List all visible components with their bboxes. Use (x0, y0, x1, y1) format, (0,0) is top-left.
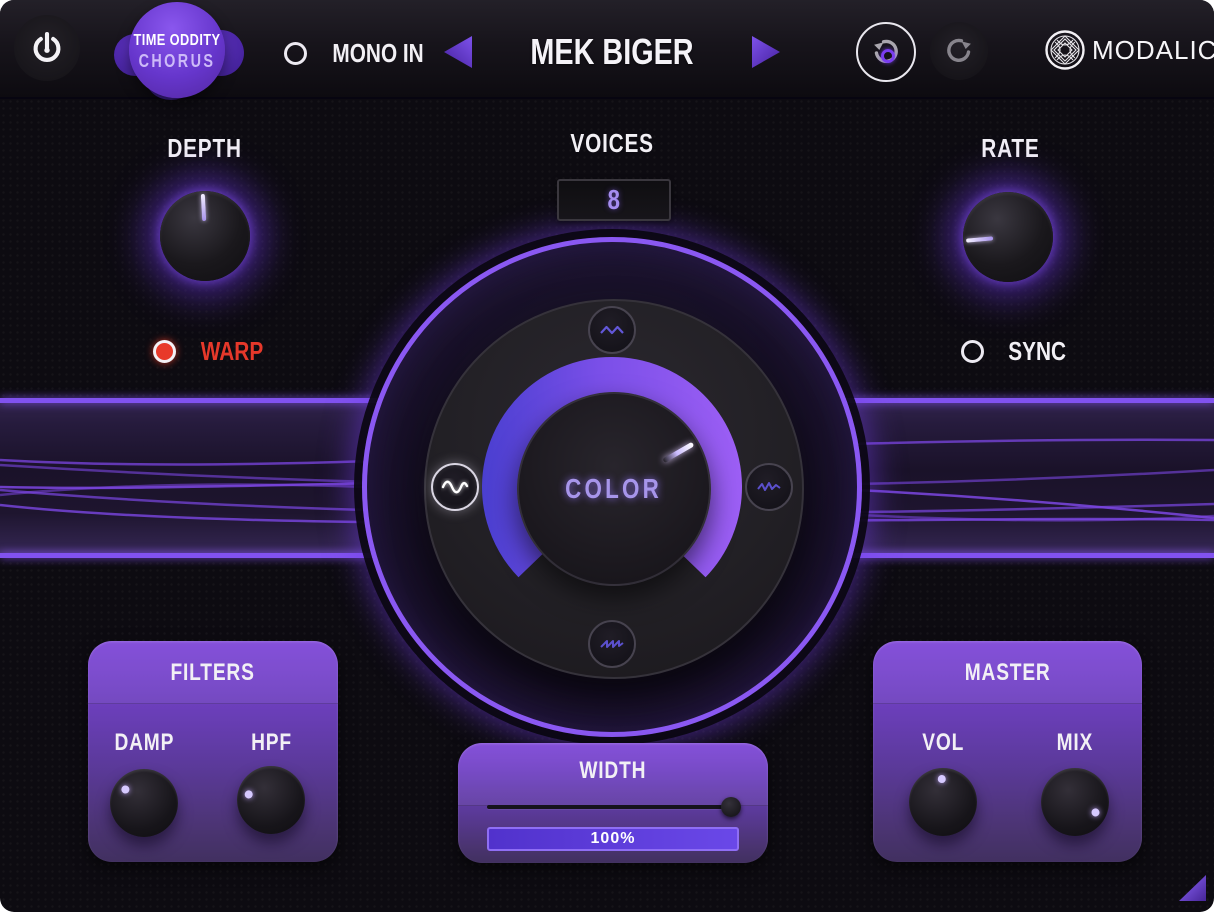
preset-name[interactable]: MEK BIGER (487, 31, 737, 73)
color-knob-label: COLOR (519, 394, 709, 584)
width-title: WIDTH (458, 757, 768, 785)
saw-wave-icon (599, 636, 625, 652)
width-panel: WIDTH 100% (458, 743, 768, 863)
power-icon (28, 29, 66, 67)
rate-knob[interactable] (963, 192, 1053, 282)
hpf-knob[interactable] (237, 766, 305, 834)
width-slider-thumb[interactable] (721, 797, 741, 817)
mix-label: MIX (1030, 729, 1120, 757)
width-value-bar: 100% (487, 827, 739, 851)
rate-label: RATE (935, 133, 1085, 164)
depth-label: DEPTH (130, 133, 280, 164)
rate-knob-pointer (959, 188, 1057, 286)
filters-title: FILTERS (88, 659, 338, 687)
damp-knob[interactable] (110, 769, 178, 837)
color-knob[interactable]: COLOR (517, 392, 711, 586)
redo-button[interactable] (930, 22, 988, 80)
depth-knob-pointer (158, 189, 253, 284)
mix-knob[interactable] (1041, 768, 1109, 836)
triangle-wave-icon (599, 322, 625, 338)
hpf-label: HPF (226, 729, 316, 757)
damp-label: DAMP (99, 729, 189, 757)
voices-label: VOICES (530, 128, 694, 159)
sync-toggle[interactable]: SYNC (961, 336, 1073, 367)
width-slider-track[interactable] (487, 805, 738, 809)
modalics-brand[interactable]: MODALICS (1044, 29, 1214, 71)
brand-name: MODALICS (1092, 35, 1214, 66)
redo-icon (942, 34, 976, 68)
undo-button[interactable] (856, 22, 916, 82)
hpf-knob-dot (230, 759, 312, 841)
next-preset-button[interactable] (752, 36, 780, 68)
logo-text: TIME ODDITY CHORUS (116, 32, 238, 72)
master-panel: MASTER VOL MIX (873, 641, 1142, 862)
previous-preset-button[interactable] (444, 36, 472, 68)
vol-label: VOL (898, 729, 988, 757)
master-title: MASTER (873, 659, 1142, 687)
logo-subtitle: CHORUS (128, 51, 226, 72)
mono-in-led (284, 42, 307, 65)
power-button[interactable] (14, 15, 80, 81)
time-oddity-chorus-logo[interactable]: TIME ODDITY CHORUS (116, 6, 238, 96)
resize-handle[interactable] (1179, 875, 1206, 901)
depth-knob[interactable] (160, 191, 250, 281)
sync-led (961, 340, 984, 363)
sync-label: SYNC (1008, 336, 1066, 367)
damp-knob-dot (97, 756, 192, 851)
voices-selector[interactable]: 8 (557, 179, 671, 221)
voices-value: 8 (608, 184, 620, 216)
warp-label: WARP (201, 336, 263, 367)
vol-knob-dot (907, 766, 978, 837)
mono-in-label: MONO IN (332, 38, 423, 69)
logo-title: TIME ODDITY (128, 32, 226, 50)
mono-in-toggle[interactable]: MONO IN (284, 38, 435, 69)
top-bar: TIME ODDITY CHORUS MONO IN MEK BIGER (0, 0, 1214, 99)
warp-toggle[interactable]: WARP (153, 336, 271, 367)
warp-led (153, 340, 176, 363)
modalics-logo-icon (1044, 29, 1086, 71)
filters-panel: FILTERS DAMP HPF (88, 641, 338, 862)
color-knob-assembly: COLOR (362, 237, 862, 737)
vol-knob[interactable] (909, 768, 977, 836)
plugin-window: TIME ODDITY CHORUS MONO IN MEK BIGER (0, 0, 1214, 912)
width-value: 100% (591, 830, 636, 848)
mix-knob-dot (1029, 756, 1120, 847)
undo-state-dot (881, 49, 895, 63)
